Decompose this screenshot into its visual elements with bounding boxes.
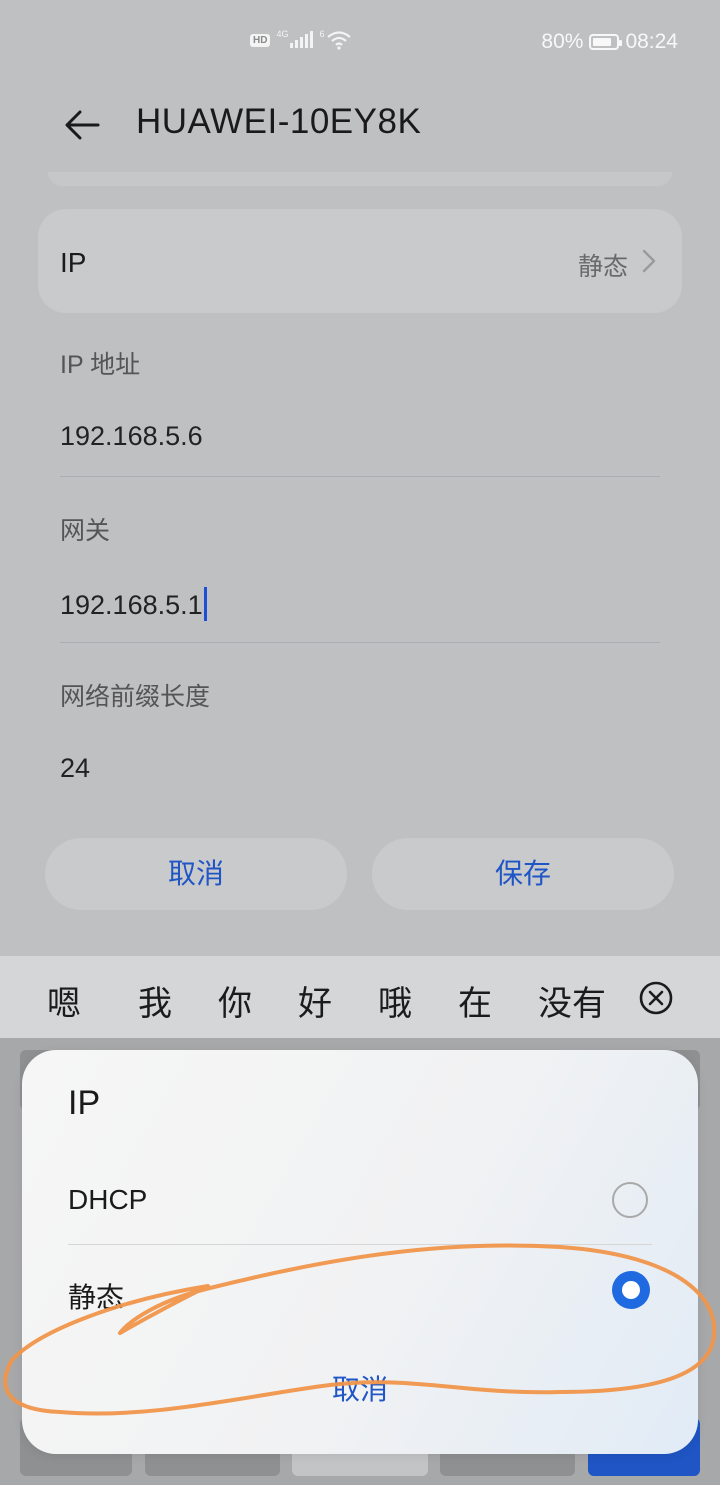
prefix-length-input[interactable]: 24 bbox=[60, 753, 90, 784]
collapsed-card-edge bbox=[48, 172, 672, 186]
candidate-word[interactable]: 哦 bbox=[378, 976, 412, 1025]
ip-mode-dialog: IP DHCP 静态 取消 bbox=[22, 1050, 698, 1454]
option-dhcp-label[interactable]: DHCP bbox=[68, 1184, 147, 1216]
network-type-label: 4G bbox=[276, 29, 289, 39]
gateway-value: 192.168.5.1 bbox=[60, 590, 203, 620]
clock: 08:24 bbox=[625, 30, 678, 53]
close-circle-icon[interactable] bbox=[638, 980, 674, 1016]
prefix-length-label: 网络前缀长度 bbox=[60, 683, 211, 711]
ip-setting-label: IP bbox=[60, 247, 87, 278]
chevron-right-icon bbox=[642, 249, 656, 273]
candidate-word[interactable]: 好 bbox=[298, 976, 332, 1025]
candidate-word[interactable]: 没有 bbox=[538, 976, 606, 1025]
ip-address-input[interactable]: 192.168.5.6 bbox=[60, 421, 203, 452]
ime-candidate-bar: 嗯 我 你 好 哦 在 没有 bbox=[0, 956, 720, 1038]
candidate-word[interactable]: 你 bbox=[218, 976, 252, 1025]
save-button[interactable]: 保存 bbox=[372, 838, 674, 910]
ip-address-label: IP 地址 bbox=[60, 351, 141, 379]
dialog-cancel-button[interactable]: 取消 bbox=[22, 1368, 698, 1408]
battery-icon bbox=[589, 34, 623, 50]
cancel-button[interactable]: 取消 bbox=[45, 838, 347, 910]
radio-dhcp[interactable] bbox=[612, 1182, 648, 1218]
hd-badge: HD bbox=[250, 33, 271, 47]
signal-icon bbox=[290, 31, 314, 48]
divider bbox=[60, 642, 660, 643]
candidate-word[interactable]: 嗯 bbox=[47, 976, 81, 1025]
status-bar: HD 4G 6 80% 08:24 bbox=[0, 0, 720, 86]
dialog-title: IP bbox=[68, 1084, 101, 1122]
gateway-label: 网关 bbox=[60, 517, 111, 545]
divider bbox=[60, 476, 660, 477]
arrow-left-icon[interactable] bbox=[58, 101, 106, 149]
wifi-icon bbox=[327, 31, 352, 50]
text-cursor bbox=[203, 587, 207, 621]
page-title: HUAWEI-10EY8K bbox=[136, 102, 422, 141]
wifi-badge: 6 bbox=[319, 29, 325, 39]
radio-static-selected[interactable] bbox=[612, 1271, 650, 1309]
candidate-word[interactable]: 我 bbox=[138, 976, 172, 1025]
candidate-word[interactable]: 在 bbox=[458, 976, 492, 1025]
ip-setting-value: 静态 bbox=[577, 253, 628, 281]
gateway-input[interactable]: 192.168.5.1 bbox=[60, 587, 207, 621]
battery-percent: 80% bbox=[541, 30, 584, 53]
divider bbox=[68, 1244, 652, 1245]
ip-setting-row[interactable]: IP 静态 bbox=[38, 209, 682, 313]
option-static-label[interactable]: 静态 bbox=[68, 1276, 124, 1316]
top-app-bar: HUAWEI-10EY8K bbox=[0, 96, 720, 156]
